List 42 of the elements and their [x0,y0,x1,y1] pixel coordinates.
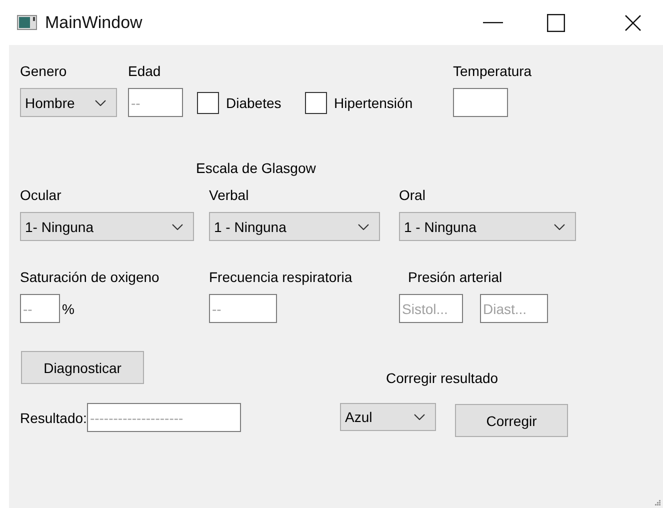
section-title: Escala de Glasgow [196,159,317,177]
chevron-icon [414,414,425,420]
field-label: Verbal [209,186,250,204]
input-field[interactable]: -- [209,294,277,323]
field-label: Saturación de oxigeno [20,268,160,286]
input-field[interactable]: -- [20,294,60,323]
dropdown[interactable]: Hombre [20,88,117,117]
chevron-icon [554,224,565,230]
dropdown[interactable]: 1 - Ninguna [399,212,576,241]
checkbox[interactable] [305,92,327,114]
chevron-icon [95,100,106,106]
maximize-icon[interactable] [547,14,565,32]
field-label: Frecuencia respiratoria [209,268,354,286]
field-label: Ocular [20,186,62,204]
field-label: Edad [128,62,162,80]
result-field[interactable]: -------------------- [86,403,241,432]
window-title: MainWindow [45,12,142,32]
chevron-icon [172,224,183,230]
checkbox[interactable] [197,92,219,114]
section-title: Corregir resultado [386,369,500,387]
checkbox-label[interactable]: Diabetes [226,94,282,110]
field-label: Oral [399,186,426,204]
input-field[interactable]: -- [128,88,183,117]
dropdown[interactable]: Azul [340,403,436,431]
diagnose-button[interactable]: Diagnosticar [21,351,144,384]
checkbox-label[interactable]: Hipertensión [334,94,413,110]
field-label: Genero [20,62,68,80]
unit-label: % [62,300,74,316]
field-label: Presión arterial [407,268,504,286]
close-icon[interactable] [625,14,641,30]
correct-button[interactable]: Corregir [455,404,568,437]
field-label: Resultado: [20,408,87,426]
input-field[interactable] [453,88,508,117]
chevron-icon [358,224,369,230]
size-grip-icon[interactable] [655,500,661,506]
input-field[interactable]: Sistol... [399,294,463,323]
dropdown[interactable]: 1- Ninguna [20,212,194,241]
input-field[interactable]: Diast... [480,294,548,323]
field-label: Temperatura [453,62,532,80]
app-icon [17,15,37,30]
dropdown[interactable]: 1 - Ninguna [209,212,380,241]
minimize-icon[interactable] [483,22,503,24]
